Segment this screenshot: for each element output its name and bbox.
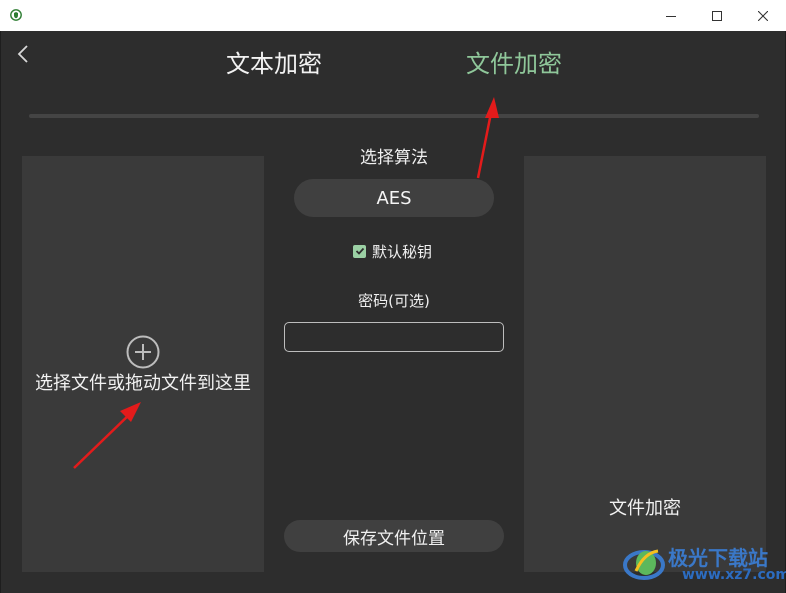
- close-button[interactable]: [740, 0, 786, 31]
- drop-zone-label: 选择文件或拖动文件到这里: [35, 373, 251, 394]
- file-encrypt-button[interactable]: 文件加密: [524, 156, 766, 572]
- save-location-button[interactable]: 保存文件位置: [284, 520, 504, 552]
- default-key-checkbox[interactable]: [353, 244, 366, 258]
- maximize-icon: [712, 10, 722, 21]
- default-key-option[interactable]: 默认秘钥: [353, 239, 432, 263]
- file-drop-zone[interactable]: 选择文件或拖动文件到这里: [22, 156, 264, 572]
- password-title: 密码(可选): [358, 292, 430, 310]
- algorithm-title: 选择算法: [360, 148, 428, 168]
- tab-file-encrypt[interactable]: 文件加密: [466, 47, 562, 81]
- tab-divider: [29, 114, 759, 118]
- watermark-logo-icon: [623, 549, 665, 580]
- checkmark-icon: [355, 247, 364, 255]
- close-icon: [758, 10, 768, 21]
- minimize-icon: [666, 15, 676, 17]
- plus-circle-icon: [126, 335, 160, 369]
- chevron-left-icon[interactable]: [15, 43, 33, 65]
- maximize-button[interactable]: [694, 0, 740, 31]
- default-key-label: 默认秘钥: [372, 242, 433, 261]
- file-encrypt-label: 文件加密: [609, 498, 681, 519]
- watermark: 极光下载站 www.xz7.com: [622, 539, 786, 589]
- watermark-url: www.xz7.com: [682, 567, 786, 583]
- algorithm-select[interactable]: AES: [294, 179, 494, 217]
- tab-text-encrypt[interactable]: 文本加密: [226, 47, 322, 81]
- app-window: 文本加密 文件加密 选择文件或拖动文件到这里 选择算法 AES 默认秘钥 密码(…: [0, 31, 786, 593]
- password-input[interactable]: [284, 322, 504, 352]
- window-titlebar: [0, 0, 786, 32]
- minimize-button[interactable]: [648, 0, 694, 31]
- app-shield-icon: [10, 9, 22, 21]
